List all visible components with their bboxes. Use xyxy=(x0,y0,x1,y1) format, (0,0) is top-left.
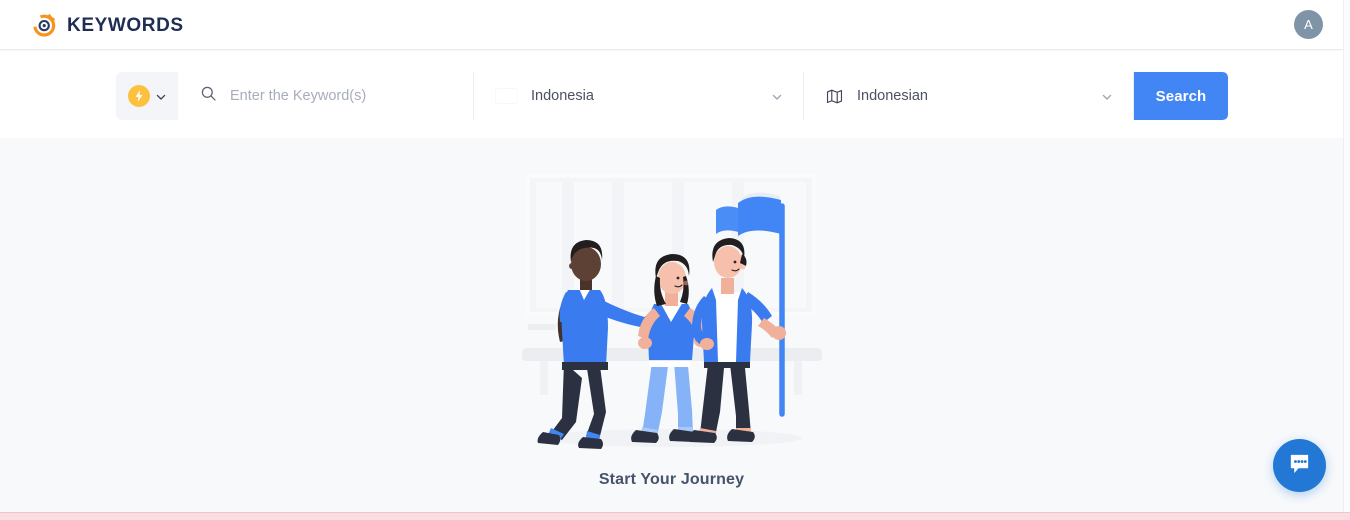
keyword-input-wrap xyxy=(178,72,474,120)
chat-bubble-icon xyxy=(1287,451,1312,481)
app-header: KEYWORDS A xyxy=(0,0,1343,50)
flag-indonesia-icon xyxy=(496,89,517,103)
chat-button[interactable] xyxy=(1273,439,1326,492)
lightning-bolt-icon xyxy=(127,85,150,107)
search-type-dropdown[interactable] xyxy=(116,72,178,120)
country-select-label: Indonesia xyxy=(531,88,594,104)
search-bar: Indonesia Indonesian xyxy=(116,72,1228,120)
map-icon xyxy=(826,88,843,105)
search-input[interactable] xyxy=(230,88,455,104)
search-button[interactable]: Search xyxy=(1134,72,1228,120)
country-select[interactable]: Indonesia xyxy=(474,72,804,120)
keywords-logo-icon xyxy=(32,12,58,38)
language-select-label: Indonesian xyxy=(857,88,928,104)
brand-name: KEYWORDS xyxy=(67,14,184,36)
main-content: Start Your Journey xyxy=(0,138,1343,512)
chevron-down-icon xyxy=(771,90,783,102)
chevron-down-icon xyxy=(155,90,167,102)
bottom-strip xyxy=(0,512,1350,520)
search-icon xyxy=(200,85,217,107)
empty-state-title: Start Your Journey xyxy=(598,471,745,488)
brand-logo[interactable]: KEYWORDS xyxy=(32,12,184,38)
language-select[interactable]: Indonesian xyxy=(804,72,1134,120)
search-band: Indonesia Indonesian xyxy=(0,51,1343,138)
app-root: KEYWORDS A Enter the Keyword(s) Indonesi… xyxy=(0,0,1343,520)
three-people-with-flag-illustration xyxy=(501,166,842,461)
avatar[interactable]: A xyxy=(1294,10,1323,39)
chevron-down-icon xyxy=(1101,90,1113,102)
page-scrollbar[interactable] xyxy=(1343,0,1350,520)
avatar-initial: A xyxy=(1304,17,1313,32)
